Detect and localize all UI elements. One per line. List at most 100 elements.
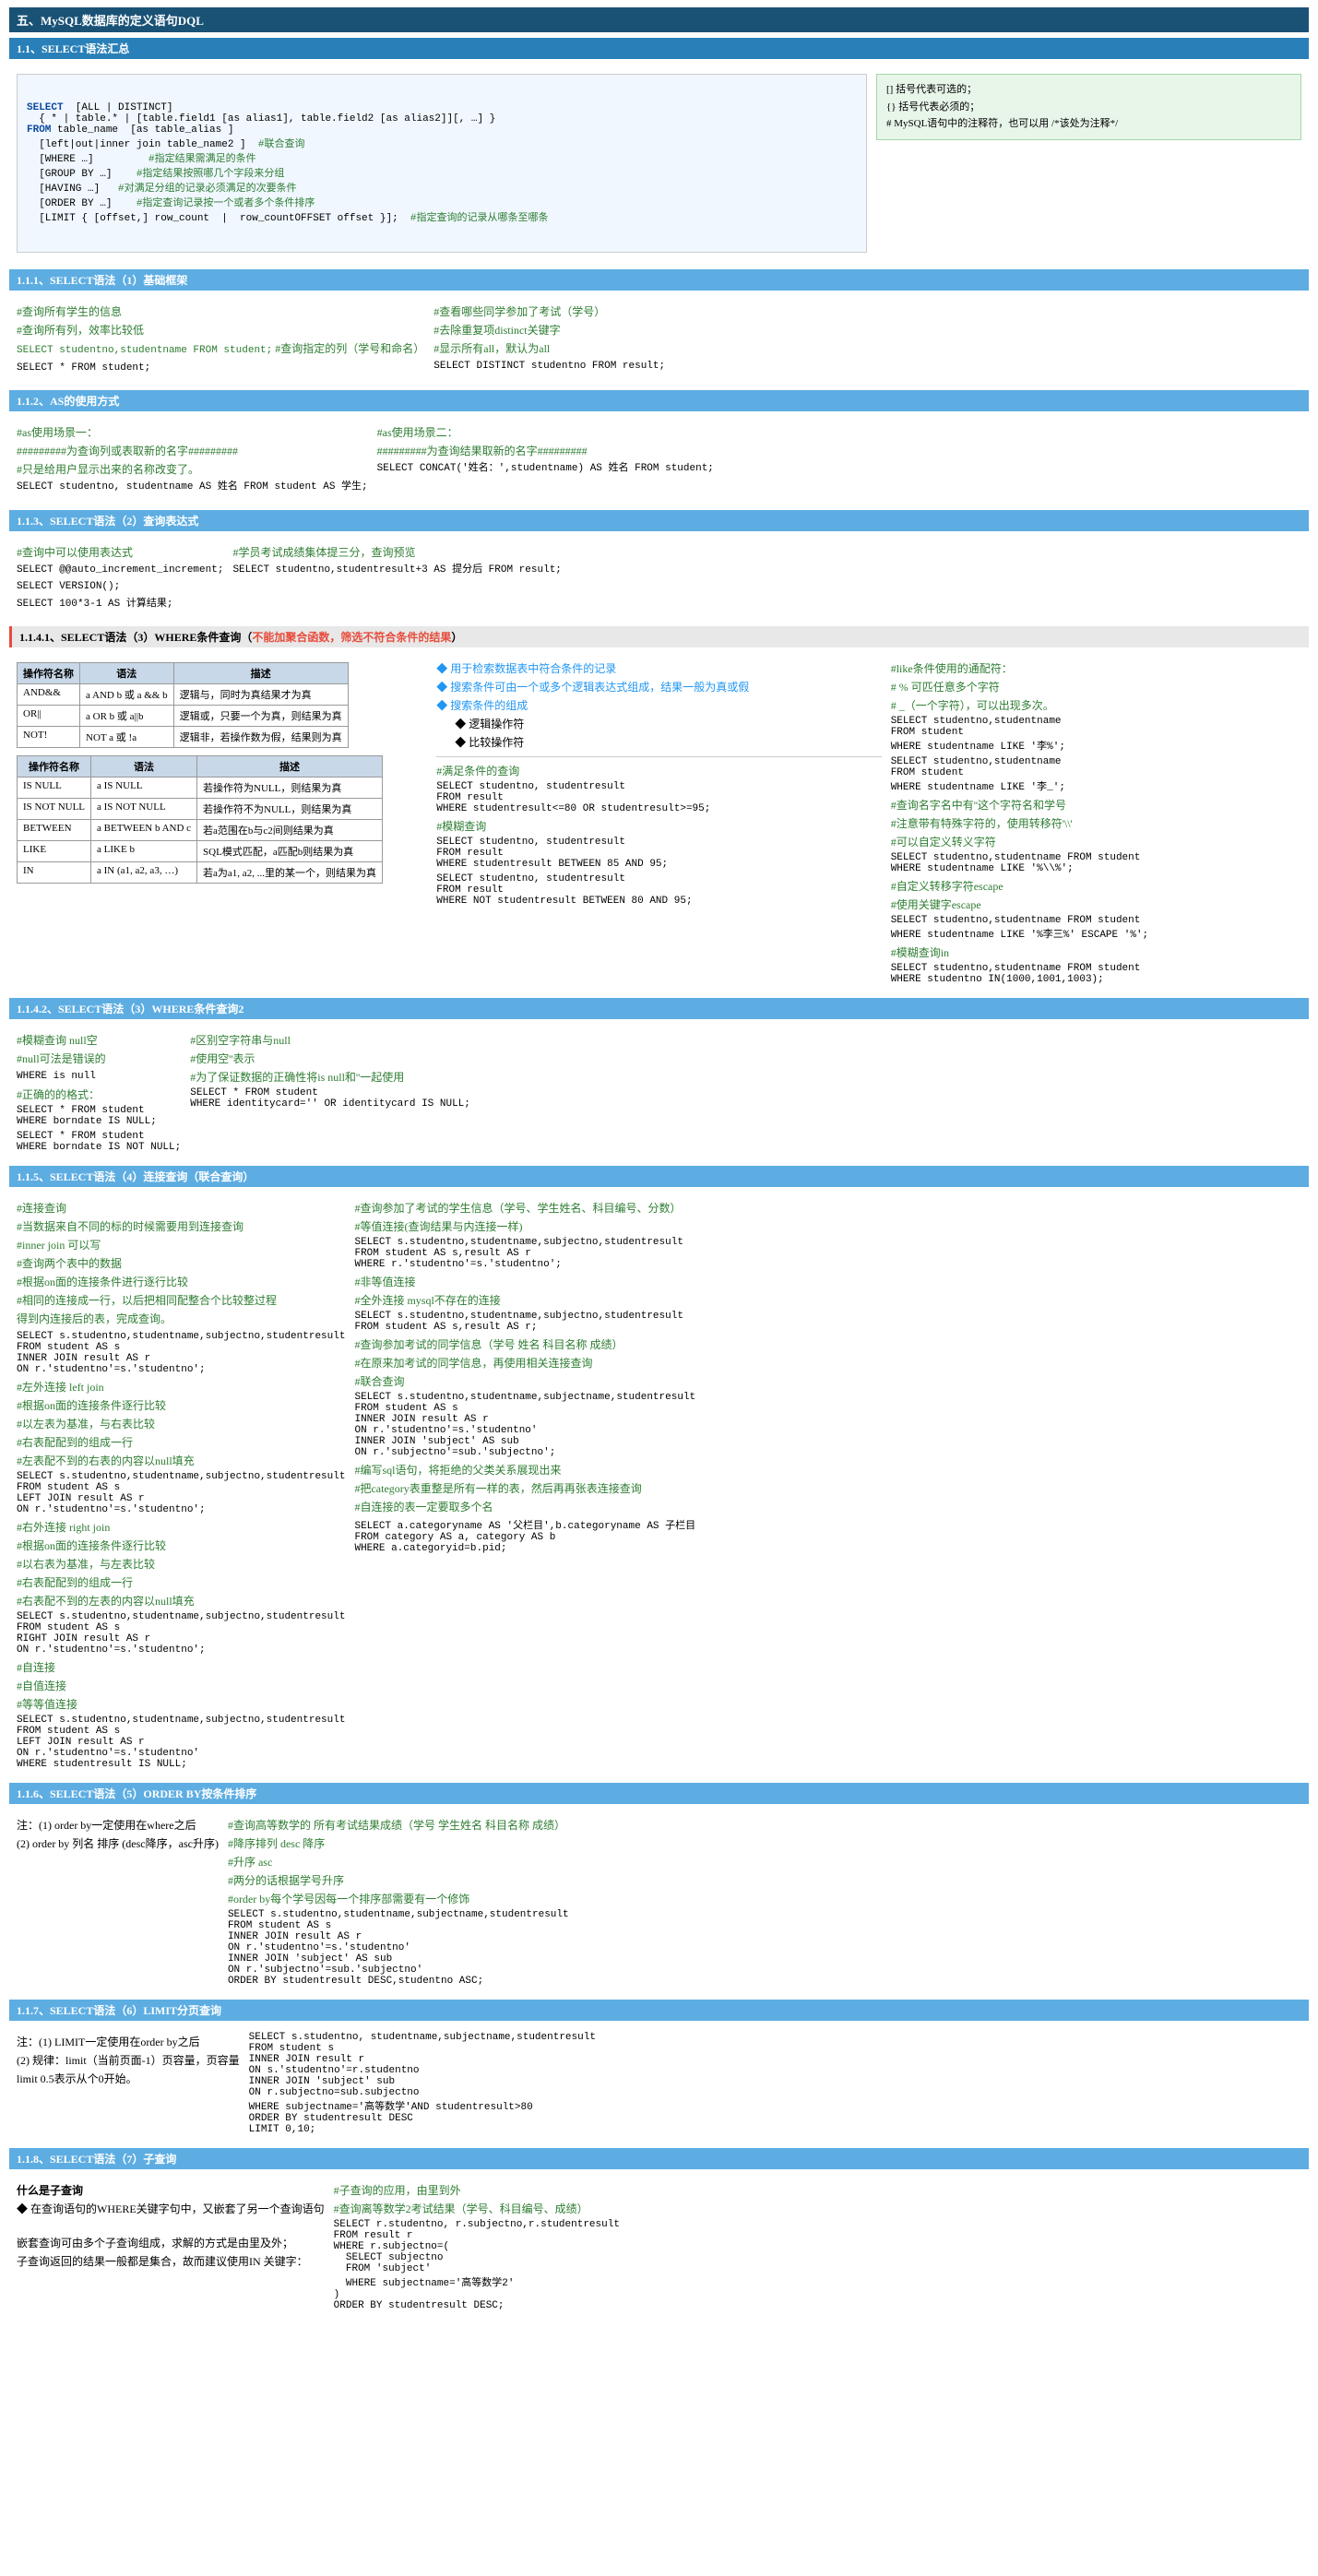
limit-note2: (2) 规律：limit（当前页面-1）页容量，页容量 (17, 2052, 240, 2069)
s1-1-header: 1.1.1、SELECT语法（1）基础框架 (9, 269, 1309, 291)
left-join-comment3: #以左表为基准，与右表比较 (17, 1416, 345, 1432)
escape-comment2: #注意带有特殊字符的，使用转移符'\\' (891, 815, 1301, 832)
sub-bullet2: ◆ 比较操作符 (436, 734, 881, 751)
manzu-code: SELECT studentno, studentresult FROM res… (436, 781, 881, 814)
s1-7-layout: 注：(1) LIMIT一定使用在order by之后 (2) 规律：limit（… (17, 2032, 1301, 2135)
op-between-syntax: a BETWEEN b AND c (91, 820, 197, 841)
like-comment1: #like条件使用的通配符： (891, 660, 1301, 677)
join-comment2: #当数据来自不同的标的时候需要用到连接查询 (17, 1218, 345, 1235)
subquery-r-comment2: #查询离等数学2考试结果（学号、科目编号、成绩） (334, 2201, 620, 2217)
s1-7-content: 注：(1) LIMIT一定使用在order by之后 (2) 规律：limit（… (9, 2024, 1309, 2143)
op-between-desc: 若a范围在b与c2间则结果为真 (197, 820, 383, 841)
bullet1: ◆ 用于检索数据表中符合条件的记录 (436, 660, 881, 677)
like-comment2: # % 可匹任意多个字符 (891, 679, 1301, 695)
section-1-1-1: 1.1.1、SELECT语法（1）基础框架 #查询所有学生的信息 #查询所有列，… (9, 269, 1309, 385)
s1-3-header: 1.1.3、SELECT语法（2）查询表达式 (9, 510, 1309, 531)
inner-comment1: #inner join 可以写 (17, 1237, 345, 1253)
section-1-1-7: 1.1.7、SELECT语法（6）LIMIT分页查询 注：(1) LIMIT一定… (9, 2000, 1309, 2143)
subquery-title: 什么是子查询 (17, 2182, 325, 2199)
op-table1-h1: 操作符名称 (18, 663, 80, 684)
on-comment1: #根据on面的连接条件进行逐行比较 (17, 1274, 345, 1290)
op-table2-h3: 描述 (197, 756, 383, 778)
s1-4-header: 1.1.4.1、SELECT语法（3）WHERE条件查询（不能加聚合函数，筛选不… (9, 626, 1309, 647)
s1-4-2-header: 1.1.4.2、SELECT语法（3）WHERE条件查询2 (9, 998, 1309, 1019)
s1-6-layout: 注：(1) order by一定使用在where之后 (2) order by … (17, 1815, 1301, 1987)
s1-4-2-content: #模糊查询 null空 #null可法是错误的 WHERE is null #正… (9, 1023, 1309, 1160)
s1-2-r-code: SELECT CONCAT('姓名：',studentname) AS 姓名 F… (377, 461, 714, 477)
s1-6-header: 1.1.6、SELECT语法（5）ORDER BY按条件排序 (9, 1783, 1309, 1804)
op-isnotnull-syntax: a IS NOT NULL (91, 799, 197, 820)
op-and-desc: 逻辑与，同时为真结果才为真 (173, 684, 348, 706)
manzu-comment: #满足条件的查询 (436, 763, 881, 779)
s1-1-code1: SELECT * FROM student; (17, 361, 424, 376)
right-join-comment3: #以右表为基准，与左表比较 (17, 1556, 345, 1573)
op-or-syntax: a OR b 或 a||b (80, 706, 174, 727)
op-in-desc: 若a为a1, a2, ...里的某一个，则结果为真 (197, 862, 383, 884)
subquery-r-comment1: #子查询的应用，由里到外 (334, 2182, 620, 2199)
legend-brace: {} 括号代表必须的； (886, 100, 1291, 115)
add-info-comment1: #查询参加考试的同学信息（学号 姓名 科目名称 成绩） (354, 1336, 695, 1353)
legend-hash: # MySQL语句中的注释符，也可以用 /*该处为注释*/ (886, 116, 1291, 132)
op-table2-h1: 操作符名称 (18, 756, 91, 778)
s1-3-code1: SELECT @@auto_increment_increment; (17, 563, 223, 578)
null-r-comment2: #使用空''表示 (190, 1051, 470, 1067)
s1-2-layout: #as使用场景一： #########为查询列或表取新的名字######### … (17, 422, 1301, 497)
full-join-code: SELECT s.studentno,studentname,subjectno… (354, 1311, 695, 1333)
s1-8-right: #子查询的应用，由里到外 #查询离等数学2考试结果（学号、科目编号、成绩） SE… (334, 2180, 620, 2311)
op-between: BETWEEN (18, 820, 91, 841)
op-isnotnull-desc: 若操作符不为NULL，则结果为真 (197, 799, 383, 820)
join-comment1: #连接查询 (17, 1200, 345, 1217)
s1-2-r-comment1: #as使用场景二： (377, 424, 714, 441)
op-like-syntax: a LIKE b (91, 841, 197, 862)
op-in-syntax: a IN (a1, a2, a3, …) (91, 862, 197, 884)
null-comment2: #null可法是错误的 (17, 1051, 181, 1067)
add-info-code: SELECT s.studentno,studentname,subjectna… (354, 1392, 695, 1458)
s1-syntax-text: SELECT [ALL | DISTINCT] { * | table.* | … (27, 102, 857, 224)
s1-1-r-comment3: #显示所有all，默认为all (433, 340, 665, 357)
null-r-code: SELECT * FROM student WHERE identitycard… (190, 1087, 470, 1110)
s1-2-r-comment2: #########为查询结果取新的名字######### (377, 443, 714, 459)
table-row: BETWEEN a BETWEEN b AND c 若a范围在b与c2间则结果为… (18, 820, 383, 841)
s1-1-content: #查询所有学生的信息 #查询所有列，效率比较低 SELECT studentno… (9, 294, 1309, 385)
orderby-note2: (2) order by 列名 排序 (desc降序，asc升序) (17, 1835, 219, 1852)
left-join-comment2: #根据on面的连接条件逐行比较 (17, 1397, 345, 1414)
s1-1-r-code: SELECT DISTINCT studentno FROM result; (433, 359, 665, 374)
mohu-comment: #模糊查询 (436, 818, 881, 835)
escape-comment3: #可以自定义转义字符 (891, 834, 1301, 850)
s1-1-layout: #查询所有学生的信息 #查询所有列，效率比较低 SELECT studentno… (17, 302, 1301, 377)
limit-r-code: SELECT s.studentno, studentname,subjectn… (249, 2032, 596, 2135)
s1-8-left: 什么是子查询 ◆ 在查询语句的WHERE关键字句中，又嵌套了另一个查询语句 嵌套… (17, 2180, 325, 2311)
in-comment: #模糊查询in (891, 944, 1301, 961)
s1-6-right: #查询高等数学的 所有考试结果成绩（学号 学生姓名 科目名称 成绩） #降序排列… (228, 1815, 569, 1987)
op-or: OR|| (18, 706, 80, 727)
orderby-r-comment3: #升序 asc (228, 1854, 569, 1870)
s1-4-middle: ◆ 用于检索数据表中符合条件的记录 ◆ 搜索条件可由一个或多个逻辑表达式组成，结… (436, 659, 881, 985)
op-isnull-syntax: a IS NULL (91, 778, 197, 799)
s1-4-left: 操作符名称 语法 描述 AND&& a AND b 或 a && b 逻辑与，同… (17, 659, 427, 985)
null-r-comment3: #为了保证数据的正确性将is null和''一起使用 (190, 1069, 470, 1086)
s1-4-2-layout: #模糊查询 null空 #null可法是错误的 WHERE is null #正… (17, 1030, 1301, 1153)
s1-1-right: #查看哪些同学参加了考试（学号） #去除重复项distinct关键字 #显示所有… (433, 302, 665, 377)
left-join-comment4: #右表配配到的组成一行 (17, 1434, 345, 1451)
s1-4-right: #like条件使用的通配符： # % 可匹任意多个字符 # _（一个字符），可以… (891, 659, 1301, 985)
self-comment1: #自连接 (17, 1659, 345, 1676)
section-1-1-3: 1.1.3、SELECT语法（2）查询表达式 #查询中可以使用表达式 SELEC… (9, 510, 1309, 622)
legend-bracket: [] 括号代表可选的； (886, 82, 1291, 98)
nested-desc2: 子查询返回的结果一般都是集合，故而建议使用IN 关键字： (17, 2253, 325, 2270)
op-table1-h2: 语法 (80, 663, 174, 684)
equal-join-comment: #等值连接(查询结果与内连接一样) (354, 1218, 695, 1235)
self-join-comment2: #把category表重整是所有一样的表，然后再再张表连接查询 (354, 1480, 695, 1497)
null-comment1: #模糊查询 null空 (17, 1032, 181, 1049)
s1-3-layout: #查询中可以使用表达式 SELECT @@auto_increment_incr… (17, 542, 1301, 614)
null-r-comment1: #区别空字符串与null (190, 1032, 470, 1049)
query-comment: #查询参加了考试的学生信息（学号、学生姓名、科目编号、分数） (354, 1200, 695, 1217)
bullet3: ◆ 搜索条件的组成 (436, 697, 881, 714)
s1-content: SELECT [ALL | DISTINCT] { * | table.* | … (9, 63, 1309, 264)
s1-1-comment2: #查询所有列，效率比较低 (17, 322, 424, 338)
section-1-1-6: 1.1.6、SELECT语法（5）ORDER BY按条件排序 注：(1) ord… (9, 1783, 1309, 1994)
s1-1-r-comment2: #去除重复项distinct关键字 (433, 322, 665, 338)
s1-5-content: #连接查询 #当数据来自不同的标的时候需要用到连接查询 #inner join … (9, 1191, 1309, 1777)
on-comment3: 得到内连接后的表，完成查询。 (17, 1311, 345, 1327)
op-not: NOT! (18, 727, 80, 748)
subquery-r-code: SELECT r.studentno, r.subjectno,r.studen… (334, 2219, 620, 2311)
